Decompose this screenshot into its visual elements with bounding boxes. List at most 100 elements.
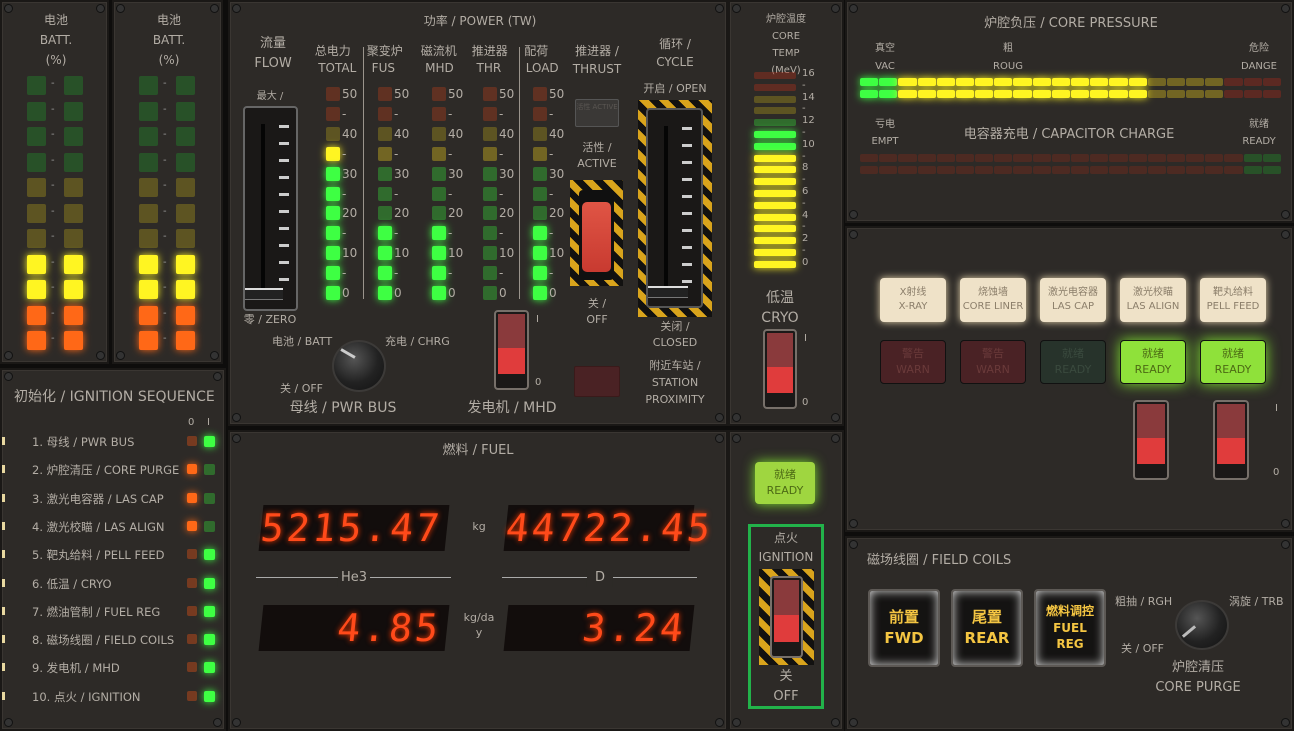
battery-tick: - [163, 231, 167, 242]
pell-feed-switch[interactable] [1213, 400, 1249, 480]
bar-segment [1186, 166, 1205, 174]
mass-unit: kg [472, 520, 486, 533]
bar-segment [1243, 166, 1262, 174]
screw-icon [1281, 718, 1290, 727]
core-temp-scale-label: 2 [802, 233, 809, 245]
power-led [483, 246, 497, 261]
battery-led [176, 305, 195, 325]
bar-segment [898, 78, 917, 86]
cycle-slider-handle[interactable] [648, 286, 688, 298]
mhd-title: 发电机 / MHD [467, 400, 557, 416]
meter-scale-label: 50 [448, 87, 464, 101]
sequence-item: 10. 点火 / IGNITION [2, 687, 224, 707]
field-coil-fwd-button[interactable]: 前置 FWD [868, 589, 940, 667]
las-align-switch[interactable] [1133, 400, 1169, 480]
field-coil-fuel-reg-button[interactable]: 燃料调控 FUEL REG [1034, 589, 1106, 667]
flow-slider[interactable] [243, 106, 298, 311]
status-lamp: 就绪 READY [1120, 340, 1186, 384]
power-led [326, 246, 340, 261]
meter-scale-label: - [448, 186, 453, 201]
meter-scale-label: - [549, 226, 554, 241]
meter-scale-label: - [342, 226, 347, 241]
flow-slider-handle[interactable] [245, 288, 283, 300]
thrust-label-en: THRUST [572, 62, 622, 76]
thrust-active-button[interactable]: 活性 ACTIVE [575, 99, 619, 127]
meter-scale-label: - [342, 186, 347, 201]
station-proximity-button[interactable] [574, 366, 620, 397]
core-purge-knob[interactable] [1175, 600, 1229, 650]
power-led [483, 286, 497, 300]
system-button[interactable]: X射线 X-RAY [880, 278, 946, 322]
ready-en: READY [1242, 136, 1276, 147]
meter-scale-label: 10 [394, 246, 410, 261]
battery-tick: - [163, 282, 167, 293]
rear-zh: 尾置 [971, 608, 1002, 626]
bar-segment [1224, 154, 1243, 162]
sequence-on-led [204, 464, 215, 476]
power-led [483, 206, 497, 221]
battery-led [176, 152, 195, 172]
pwr-bus-batt-label: 电池 / BATT [272, 335, 333, 348]
power-led [432, 206, 446, 221]
slider-tick [279, 176, 289, 179]
sequence-off-led [187, 577, 197, 588]
power-led [533, 186, 547, 201]
sequence-marker [2, 663, 5, 672]
battery-tick: - [51, 154, 55, 166]
battery-led [176, 127, 195, 146]
core-temp-led [754, 249, 796, 256]
core-temp-led [754, 107, 796, 115]
battery-led [139, 331, 158, 350]
switch-on-label: I [1275, 403, 1278, 414]
core-temp-scale-label: - [802, 245, 806, 256]
bar-segment [1147, 154, 1166, 162]
meter-scale-label: - [342, 266, 347, 281]
sequence-marker [2, 437, 5, 445]
system-button[interactable]: 靶丸给料 PELL FEED [1200, 278, 1266, 322]
field-coil-rear-button[interactable]: 尾置 REAR [951, 589, 1023, 667]
power-led [326, 166, 340, 181]
slider-tick [279, 159, 289, 162]
mhd-switch[interactable] [494, 310, 529, 390]
battery-zh: 电池 [43, 13, 69, 27]
power-led [432, 146, 446, 161]
screw-icon [116, 351, 125, 360]
battery-led [27, 76, 46, 95]
battery-tick: - [51, 205, 55, 217]
bar-segment [1205, 90, 1224, 98]
meter-scale-label: 20 [342, 206, 358, 221]
bar-segment [955, 78, 975, 86]
sequence-item-label: 8. 磁场线圈 / FIELD COILS [32, 633, 175, 648]
battery-led [64, 127, 83, 146]
slider-tick [682, 229, 692, 232]
battery-led [64, 229, 83, 248]
power-led [533, 126, 547, 141]
bar-segment [975, 166, 994, 174]
battery-led [176, 254, 195, 274]
pwr-bus-knob[interactable] [332, 340, 386, 392]
system-button[interactable]: 激光校瞄 LAS ALIGN [1120, 278, 1186, 322]
cryo-en: CRYO [761, 310, 799, 326]
meter-scale-label: 40 [549, 126, 565, 141]
core-temp-led [754, 95, 796, 103]
thrust-switch[interactable] [579, 190, 614, 280]
core-pressure-title: 炉腔负压 / CORE PRESSURE [984, 16, 1158, 31]
core-temp-scale-label: 4 [802, 209, 809, 221]
sequence-item-label: 9. 发电机 / MHD [32, 661, 120, 676]
cycle-slider[interactable] [646, 108, 703, 308]
meter-scale-label: 30 [549, 166, 565, 181]
status-lamp-en: READY [1134, 363, 1172, 376]
bar-segment [955, 166, 975, 174]
bar-segment [1224, 166, 1243, 174]
system-button[interactable]: 烧蚀墙 CORE LINER [960, 278, 1026, 322]
bar-segment [1090, 154, 1109, 162]
system-button[interactable]: 激光电容器 LAS CAP [1040, 278, 1106, 322]
screw-icon [96, 351, 105, 360]
sequence-item-label: 10. 点火 / IGNITION [32, 689, 141, 704]
meter-scale-label: - [549, 106, 554, 121]
screw-icon [831, 434, 840, 443]
ignition-switch[interactable] [770, 576, 803, 658]
sequence-off-led [187, 662, 197, 673]
purge-trb-label: 涡旋 / TRB [1229, 595, 1284, 608]
cryo-switch[interactable] [763, 329, 797, 409]
